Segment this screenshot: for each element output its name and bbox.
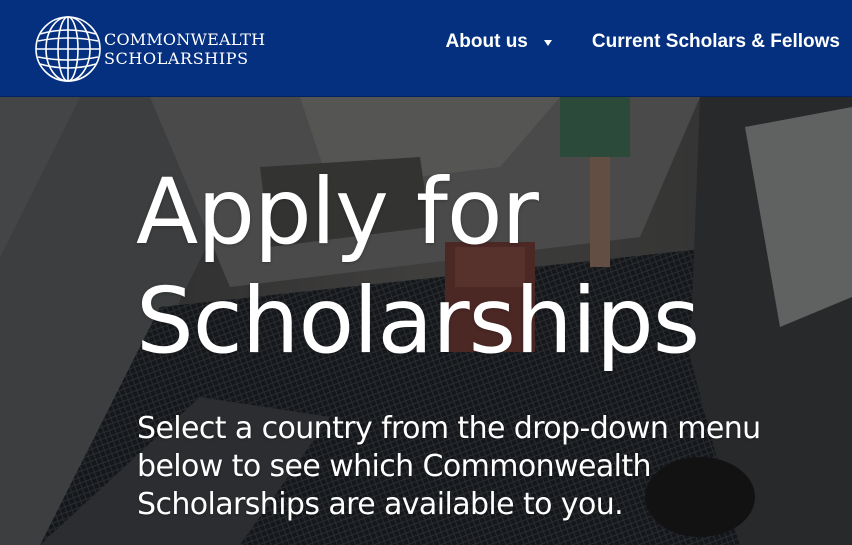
page-title: Apply for Scholarships xyxy=(136,158,700,376)
page: COMMONWEALTH SCHOLARSHIPS About us Curre… xyxy=(0,0,852,545)
page-title-line-2: Scholarships xyxy=(136,269,700,374)
globe-icon xyxy=(35,16,101,82)
page-title-line-1: Apply for xyxy=(136,160,539,265)
hero-section: Apply for Scholarships Select a country … xyxy=(0,97,852,545)
nav-item-current-scholars-label: Current Scholars & Fellows xyxy=(591,31,840,52)
hero-subtitle: Select a country from the drop-down menu… xyxy=(137,411,761,522)
logo-wordmark: COMMONWEALTH SCHOLARSHIPS xyxy=(104,31,265,68)
main-nav: About us Current Scholars & Fellows xyxy=(446,0,852,84)
nav-item-about-us[interactable]: About us xyxy=(446,31,552,53)
logo-line-1: COMMONWEALTH xyxy=(104,30,266,49)
site-logo-link[interactable]: COMMONWEALTH SCHOLARSHIPS xyxy=(33,14,283,84)
chevron-down-icon xyxy=(543,40,552,46)
nav-item-current-scholars[interactable]: Current Scholars & Fellows xyxy=(592,31,840,53)
logo-line-2: SCHOLARSHIPS xyxy=(104,49,249,68)
nav-item-about-us-label: About us xyxy=(445,31,528,52)
site-header: COMMONWEALTH SCHOLARSHIPS About us Curre… xyxy=(0,0,852,97)
